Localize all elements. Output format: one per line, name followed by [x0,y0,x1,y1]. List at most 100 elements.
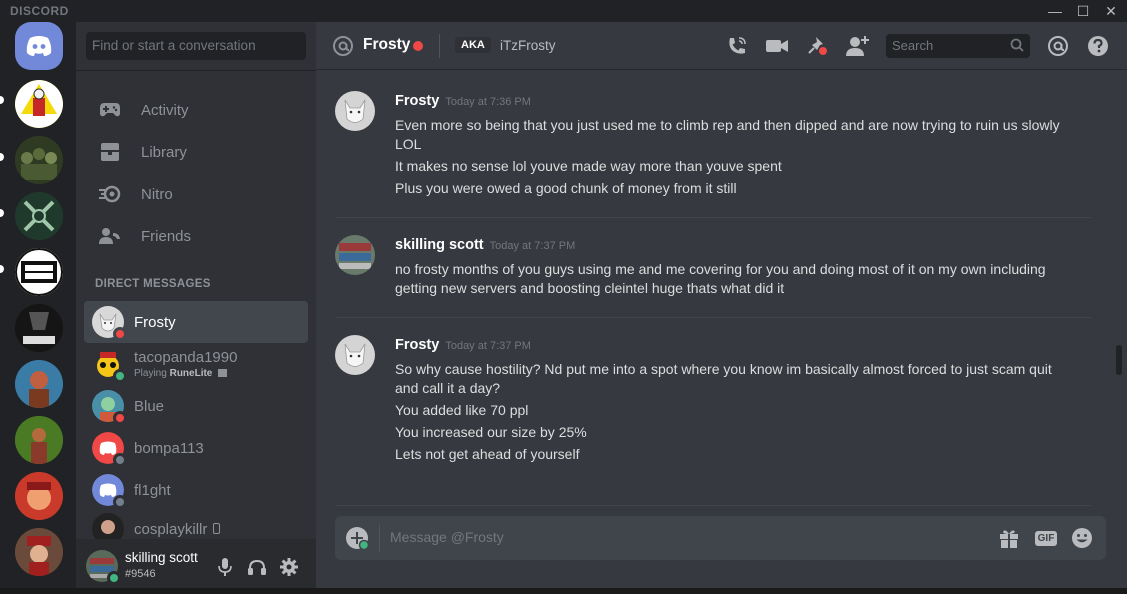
nav-library-label: Library [141,143,187,161]
message-divider [335,217,1091,218]
message-author[interactable]: skilling scott Today at 7:37 PM [395,237,575,253]
message-scrollbar[interactable] [1113,71,1123,517]
author-name: Frosty [395,93,440,109]
dm-item-frosty[interactable]: Frosty [84,301,308,343]
dm-item-blue[interactable]: Blue [84,385,308,427]
message-timestamp: Today at 7:37 PM [489,240,576,252]
server-icon-3[interactable] [15,192,63,240]
nitro-icon [92,182,128,206]
add-user-icon [846,36,869,56]
at-sign-icon [333,36,353,56]
microphone-button[interactable] [213,555,237,579]
library-icon [92,140,128,164]
help-icon [1088,36,1108,56]
server-icon-6[interactable] [15,360,63,408]
nav-activity-label: Activity [141,101,189,119]
gift-button[interactable] [997,526,1021,550]
dm-search-input[interactable]: Find or start a conversation [86,32,306,60]
phone-call-icon [729,37,746,54]
dm-name: cosplaykillr [134,521,208,538]
avatar [92,513,124,539]
nav-friends[interactable]: Friends [84,215,308,257]
team-brief-logo-icon [15,248,63,296]
emoji-button[interactable] [1070,526,1094,550]
scrollbar-thumb[interactable] [1116,345,1122,375]
server-icon-team-brief[interactable] [15,248,63,296]
add-friends-button[interactable] [846,34,870,58]
author-name: skilling scott [395,237,484,253]
nav-nitro-label: Nitro [141,185,173,203]
server-list [0,22,76,594]
avatar [92,306,127,341]
header-search-input[interactable]: Search [886,34,1030,58]
message-input[interactable]: Message @Frosty [390,529,504,545]
video-call-button[interactable] [765,34,789,58]
server-icon-1[interactable] [15,80,63,128]
at-sign-icon [1048,36,1068,56]
message-text: Lets not get ahead of yourself [395,446,580,462]
avatar[interactable] [335,235,375,275]
dm-item-bompa113[interactable]: bompa113 [84,427,308,469]
microphone-icon [218,558,232,576]
server-icon-slems[interactable] [15,304,63,352]
gif-label: GIF [1034,530,1058,546]
mentions-button[interactable] [1046,34,1070,58]
server-avatar-icon [15,528,63,576]
user-panel: skilling scott #9546 [76,539,316,594]
avatar[interactable] [86,550,121,585]
current-username: skilling scott [125,550,198,565]
close-button[interactable]: ✕ [1098,0,1124,22]
search-icon [1010,38,1024,52]
dm-section-header: DIRECT MESSAGES [95,278,211,290]
message-timestamp: Today at 7:36 PM [445,96,531,108]
activity-game: RuneLite [169,368,213,379]
discord-logo-icon [26,36,52,56]
home-button[interactable] [15,22,63,70]
upload-button[interactable] [345,526,370,551]
status-dnd-icon [113,411,127,425]
server-avatar-icon [15,136,63,184]
friends-icon [92,224,128,248]
gif-button[interactable]: GIF [1032,526,1060,550]
pinned-messages-button[interactable] [806,34,830,58]
server-icon-9[interactable] [15,528,63,576]
unread-pill [0,96,4,104]
nav-library[interactable]: Library [84,131,308,173]
app-brand: DISCORD [10,4,69,18]
wolf-avatar-icon [335,335,375,375]
voice-call-button[interactable] [725,34,749,58]
current-user-tag: #9546 [125,568,156,580]
avatar[interactable] [335,91,375,131]
message-author[interactable]: Frosty Today at 7:37 PM [395,337,531,353]
maximize-button[interactable]: ☐ [1070,0,1096,22]
dm-item-tacopanda1990[interactable]: tacopanda1990 Playing RuneLite [84,343,308,385]
pin-icon [808,37,827,55]
avatar[interactable] [335,335,375,375]
search-placeholder: Search [892,38,934,53]
nav-nitro[interactable]: Nitro [84,173,308,215]
server-icon-2[interactable] [15,136,63,184]
message-author[interactable]: Frosty Today at 7:36 PM [395,93,531,109]
help-button[interactable] [1086,34,1110,58]
rich-presence-icon [218,369,228,378]
smiley-icon [1072,528,1092,548]
video-camera-icon [766,40,788,52]
message-text: So why cause hostility? Nd put me into a… [395,361,1052,396]
minimize-button[interactable]: — [1042,0,1068,22]
message-text: You increased our size by 25% [395,424,587,440]
server-icon-7[interactable] [15,416,63,464]
message-text: Even more so being that you just used me… [395,117,1060,152]
message-text: Plus you were owed a good chunk of money… [395,180,737,196]
dm-item-fl1ght[interactable]: fl1ght [84,469,308,511]
header-divider [439,34,440,58]
settings-button[interactable] [277,555,301,579]
dm-item-cosplaykillr[interactable]: cosplaykillr [84,511,308,539]
gear-icon [280,558,298,576]
plus-circle-icon [346,527,370,551]
headphones-button[interactable] [245,555,269,579]
headphones-icon [248,559,266,575]
server-icon-8[interactable] [15,472,63,520]
message-divider [335,505,1091,506]
dm-sidebar: Find or start a conversation Activity Li… [76,22,316,594]
nav-activity[interactable]: Activity [84,89,308,131]
